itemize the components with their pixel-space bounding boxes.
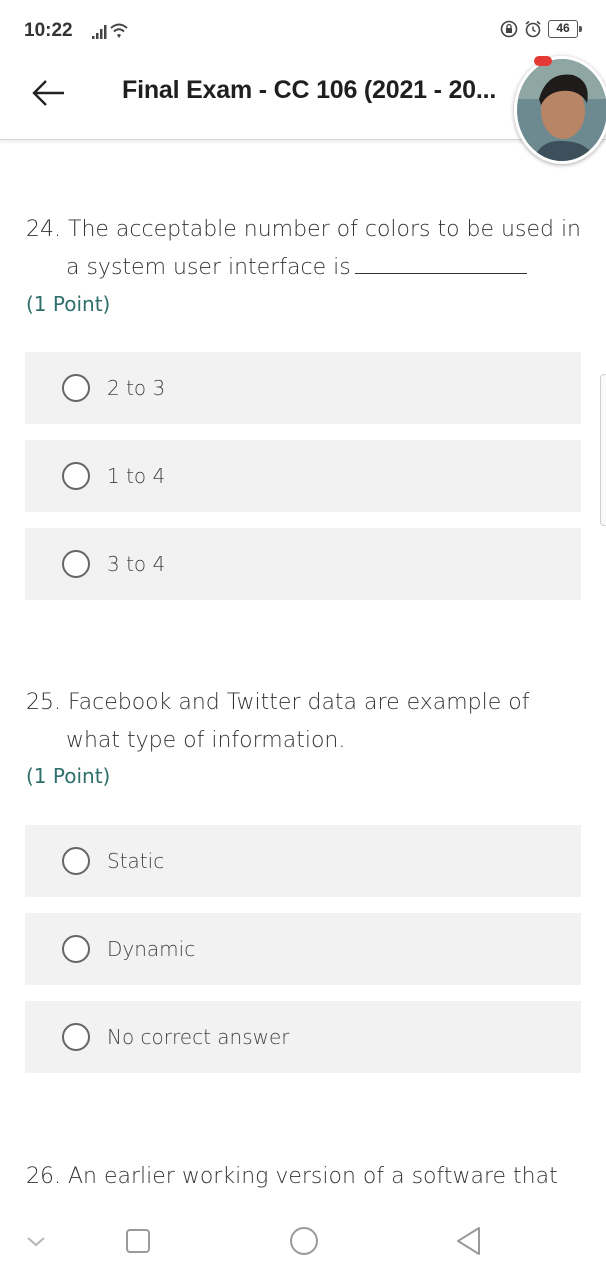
- chevron-down-icon[interactable]: [16, 1224, 56, 1258]
- answer-blank: [354, 254, 527, 274]
- question-26-text: 26. An earlier working version of a soft…: [26, 1158, 586, 1196]
- option-static[interactable]: Static: [25, 825, 581, 897]
- battery-icon: 46: [548, 20, 582, 38]
- question-line: what type of information.: [66, 728, 346, 753]
- question-line: Facebook and Twitter data are example of: [68, 690, 530, 715]
- status-bar: 10:22 46: [0, 0, 606, 62]
- option-label: Dynamic: [107, 937, 196, 961]
- radio-button[interactable]: [62, 462, 90, 490]
- notification-dot: [534, 56, 552, 66]
- scrollbar[interactable]: [600, 374, 606, 526]
- back-triangle-icon[interactable]: [450, 1224, 490, 1258]
- arrow-left-icon[interactable]: [28, 76, 68, 110]
- status-time: 10:22: [24, 20, 73, 41]
- lock-rotation-icon: [500, 20, 518, 38]
- option-label: Static: [107, 849, 165, 873]
- option-label: 3 to 4: [107, 552, 166, 576]
- recent-apps-icon[interactable]: [118, 1224, 158, 1258]
- radio-button[interactable]: [62, 847, 90, 875]
- question-number: 24.: [26, 217, 61, 242]
- home-icon[interactable]: [284, 1224, 324, 1258]
- radio-button[interactable]: [62, 935, 90, 963]
- system-nav-bar: [0, 1210, 606, 1280]
- question-line: a system user interface is: [66, 255, 351, 280]
- alarm-icon: [525, 20, 541, 38]
- option-1-to-4[interactable]: 1 to 4: [25, 440, 581, 512]
- avatar-photo: [517, 59, 606, 161]
- option-dynamic[interactable]: Dynamic: [25, 913, 581, 985]
- option-no-correct-answer[interactable]: No correct answer: [25, 1001, 581, 1073]
- status-icons: 46: [500, 20, 582, 38]
- radio-button[interactable]: [62, 374, 90, 402]
- question-25-text: 25. Facebook and Twitter data are exampl…: [26, 684, 586, 760]
- question-line: An earlier working version of a software…: [68, 1164, 558, 1189]
- question-points: (1 Point): [26, 764, 111, 788]
- question-number: 25.: [26, 690, 61, 715]
- page-title: Final Exam - CC 106 (2021 - 20...: [122, 76, 497, 104]
- signal-wifi-icon: [92, 23, 128, 39]
- option-label: 2 to 3: [107, 376, 166, 400]
- question-line: The acceptable number of colors to be us…: [68, 217, 582, 242]
- option-label: No correct answer: [107, 1025, 290, 1049]
- question-number: 26.: [26, 1164, 61, 1189]
- option-label: 1 to 4: [107, 464, 166, 488]
- option-3-to-4[interactable]: 3 to 4: [25, 528, 581, 600]
- radio-button[interactable]: [62, 550, 90, 578]
- avatar[interactable]: [514, 56, 606, 164]
- question-24-text: 24. The acceptable number of colors to b…: [26, 211, 586, 287]
- radio-button[interactable]: [62, 1023, 90, 1051]
- question-points: (1 Point): [26, 292, 111, 316]
- option-2-to-3[interactable]: 2 to 3: [25, 352, 581, 424]
